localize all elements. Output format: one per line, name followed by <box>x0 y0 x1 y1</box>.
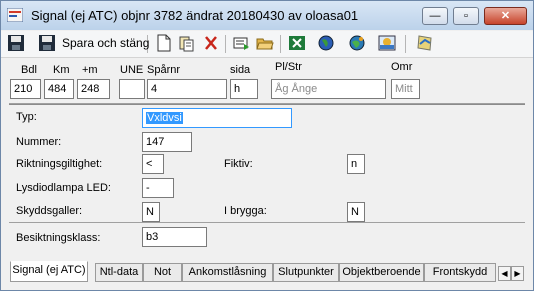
sida-field[interactable]: h <box>230 79 258 99</box>
bdl-label: Bdl <box>21 64 37 76</box>
lysdiod-field[interactable]: - <box>142 178 174 198</box>
toolbar-separator <box>225 35 226 53</box>
toolbar-separator <box>405 35 406 53</box>
globe-alt-icon <box>349 35 365 51</box>
toolbar-separator <box>280 35 281 53</box>
besiktning-label: Besiktningsklass: <box>16 232 101 244</box>
map-icon <box>378 35 396 51</box>
section-divider <box>9 222 525 223</box>
globe-alt-button[interactable] <box>348 34 366 54</box>
minimize-icon: — <box>429 10 441 22</box>
fiktiv-field[interactable]: n <box>347 154 365 174</box>
delete-icon <box>205 36 217 50</box>
typ-value: Vxldvsi <box>146 112 183 124</box>
minimize-button[interactable]: — <box>422 7 448 25</box>
spar-field[interactable]: 4 <box>147 79 227 99</box>
fiktiv-label: Fiktiv: <box>224 158 253 170</box>
spar-label: Spårnr <box>147 64 181 76</box>
chevron-right-icon: ▶ <box>514 269 521 278</box>
window-title: Signal (ej ATC) objnr 3782 ändrat 201804… <box>31 8 359 23</box>
bdl-field[interactable]: 210 <box>10 79 41 99</box>
update-button[interactable] <box>416 34 434 54</box>
omr-field[interactable]: Mitt <box>391 79 420 99</box>
plus-m-field[interactable]: 248 <box>77 79 110 99</box>
riktning-label: Riktningsgiltighet: <box>16 158 103 170</box>
save-close-button[interactable]: Spara och stäng <box>62 36 149 50</box>
app-icon <box>7 8 23 22</box>
pl-str-label: Pl/Str <box>275 61 302 73</box>
besiktning-field[interactable]: b3 <box>142 227 207 247</box>
une-label: UNE <box>120 64 144 76</box>
tab-slutpunkter[interactable]: Slutpunkter <box>273 263 339 282</box>
tab-signal[interactable]: Signal (ej ATC) <box>10 261 88 282</box>
plus-m-label: +m <box>82 64 98 76</box>
save-close-icon-button[interactable] <box>38 34 56 54</box>
maximize-icon: ▫ <box>464 10 468 22</box>
globe-icon <box>318 35 334 51</box>
report-button[interactable] <box>232 34 250 54</box>
pl-str-field[interactable]: Åg Ånge <box>271 79 386 99</box>
brygga-label: I brygga: <box>224 205 267 217</box>
typ-field[interactable]: Vxldvsi <box>142 108 292 128</box>
typ-label: Typ: <box>16 111 37 123</box>
map-button[interactable] <box>378 34 396 54</box>
lysdiod-label: Lysdiodlampa LED: <box>16 182 111 194</box>
km-field[interactable]: 484 <box>44 79 74 99</box>
open-folder-button[interactable] <box>256 34 274 54</box>
tab-ntl-data[interactable]: Ntl-data <box>95 263 143 282</box>
brygga-field[interactable]: N <box>347 202 365 222</box>
tab-not[interactable]: Not <box>143 263 182 282</box>
tab-scroll-right-button[interactable]: ▶ <box>511 266 524 281</box>
close-button[interactable]: ✕ <box>484 7 527 25</box>
omr-label: Omr <box>391 61 413 73</box>
form-pane: Typ: Vxldvsi Nummer: 147 Riktningsgiltig… <box>9 104 525 260</box>
update-icon <box>417 35 432 51</box>
maximize-button[interactable]: ▫ <box>453 7 479 25</box>
save-button[interactable] <box>7 34 25 54</box>
delete-button[interactable] <box>203 34 219 54</box>
tab-ankomstlasning[interactable]: Ankomstlåsning <box>182 263 273 282</box>
km-label: Km <box>53 64 70 76</box>
report-icon <box>233 37 249 50</box>
nummer-label: Nummer: <box>16 136 62 148</box>
save-icon <box>8 35 24 51</box>
skydd-field[interactable]: N <box>142 202 160 222</box>
tab-strip: Signal (ej ATC) Ntl-data Not Ankomstlåsn… <box>9 261 525 283</box>
excel-button[interactable] <box>288 34 306 54</box>
excel-icon <box>289 36 305 50</box>
skydd-label: Skyddsgaller: <box>16 205 83 217</box>
open-folder-icon <box>256 38 274 50</box>
new-button[interactable] <box>156 34 172 54</box>
save-close-icon <box>39 35 55 51</box>
copy-button[interactable] <box>179 34 195 54</box>
close-icon: ✕ <box>500 10 511 22</box>
title-bar[interactable]: Signal (ej ATC) objnr 3782 ändrat 201804… <box>1 1 533 30</box>
signal-window: Signal (ej ATC) objnr 3782 ändrat 201804… <box>0 0 534 291</box>
riktning-field[interactable]: < <box>142 154 164 174</box>
tab-objektberoende[interactable]: Objektberoende <box>339 263 424 282</box>
copy-icon <box>179 36 194 52</box>
sida-label: sida <box>230 64 251 76</box>
location-header: Bdl Km +m UNE Spårnr sida Pl/Str Omr 210… <box>9 59 525 104</box>
nummer-field[interactable]: 147 <box>142 132 192 152</box>
une-field[interactable] <box>119 79 145 99</box>
tab-frontskydd[interactable]: Frontskydd <box>424 263 496 282</box>
globe-button[interactable] <box>317 34 335 54</box>
new-icon <box>157 34 171 52</box>
chevron-left-icon: ◀ <box>501 269 508 278</box>
tab-scroll-left-button[interactable]: ◀ <box>498 266 511 281</box>
